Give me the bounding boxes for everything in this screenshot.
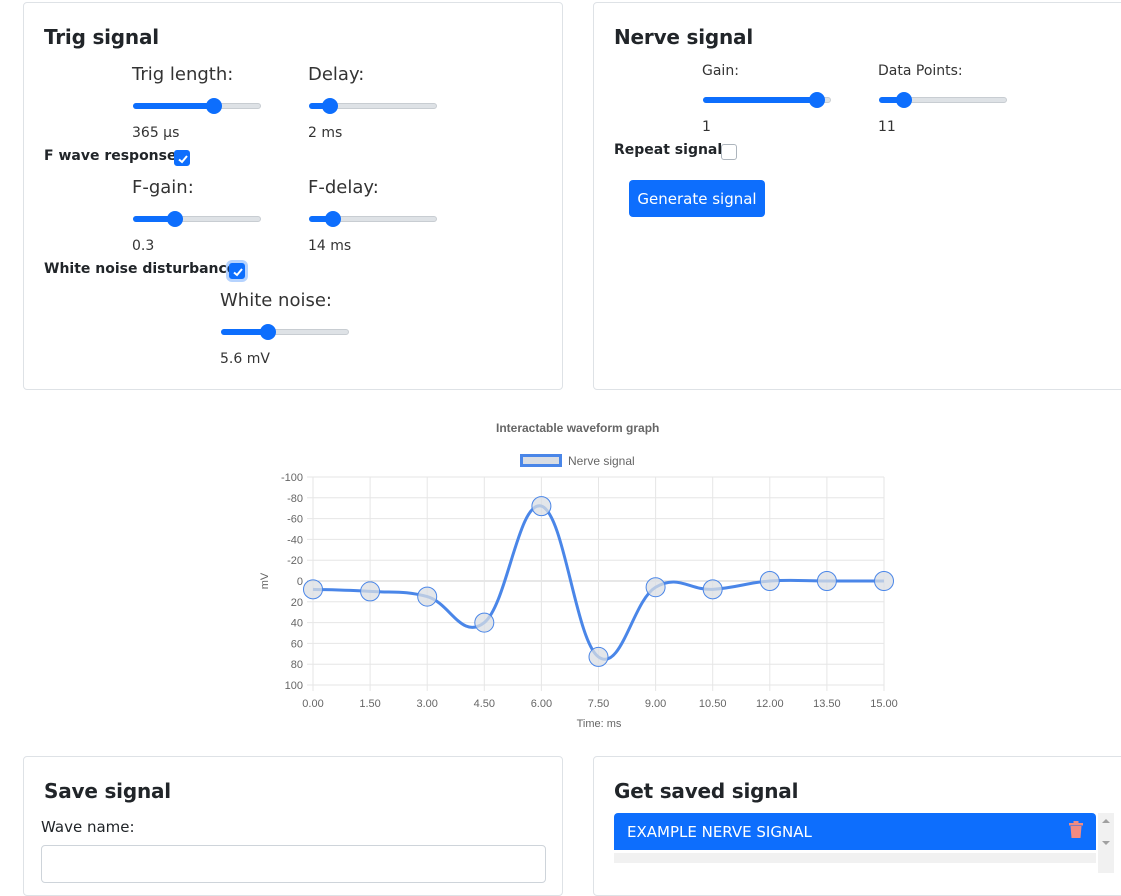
f-delay-label: F-delay: [308,177,379,198]
gain-slider[interactable] [703,92,831,108]
trig-signal-title: Trig signal [44,25,159,49]
delay-label: Delay: [308,64,365,85]
data-point[interactable] [645,577,666,598]
y-tick-label: 100 [285,680,303,692]
x-tick-label: 10.50 [699,698,727,710]
data-point[interactable] [531,496,552,517]
data-point[interactable] [588,646,609,667]
data-points-slider[interactable] [879,92,1007,108]
y-tick-label: -20 [287,555,303,567]
delay-value: 2 ms [308,125,343,141]
list-horizontal-scrollbar[interactable] [614,853,1096,863]
y-tick-label: 40 [291,618,303,630]
data-point[interactable] [474,612,495,633]
trig-length-label: Trig length: [132,64,234,85]
repeat-signal-label: Repeat signal [614,142,723,158]
data-point[interactable] [874,571,894,591]
f-delay-value: 14 ms [308,238,352,254]
data-point[interactable] [417,586,438,607]
data-points-value: 11 [878,119,896,135]
wave-name-input[interactable] [41,845,546,883]
check-icon [178,155,188,164]
f-gain-slider[interactable] [133,211,261,227]
delay-slider[interactable] [309,98,437,114]
y-axis-title: mV [259,572,271,589]
x-tick-label: 1.50 [359,698,380,710]
saved-signal-card: Get saved signal EXAMPLE NERVE SIGNAL [593,756,1121,896]
x-tick-label: 3.00 [416,698,437,710]
x-tick-label: 15.00 [870,698,898,710]
data-point[interactable] [303,579,323,600]
y-tick-label: -40 [287,534,303,546]
y-tick-label: -100 [281,472,303,484]
nerve-signal-title: Nerve signal [614,25,753,49]
save-signal-title: Save signal [44,779,171,803]
save-signal-card: Save signal Wave name: [23,756,563,896]
generate-signal-button[interactable]: Generate signal [629,180,765,217]
trig-length-value: 365 µs [132,125,180,141]
x-tick-label: 7.50 [588,698,609,710]
x-tick-label: 9.00 [645,698,666,710]
x-tick-label: 4.50 [474,698,495,710]
x-tick-label: 0.00 [302,698,323,710]
white-noise-value: 5.6 mV [220,351,270,367]
scroll-down-icon[interactable] [1098,837,1114,849]
repeat-signal-checkbox[interactable] [721,144,737,160]
f-gain-value: 0.3 [132,238,155,254]
trash-icon[interactable] [1068,821,1084,839]
f-gain-label: F-gain: [132,177,194,198]
gain-label: Gain: [702,63,739,79]
y-tick-label: 20 [291,597,303,609]
f-wave-response-label: F wave response [44,148,177,164]
white-noise-disturbance-label: White noise disturbance [44,261,237,277]
white-noise-label: White noise: [220,290,332,311]
waveform-chart[interactable]: -100 -80 -60 -40 -20 0 20 40 60 80 100 0.00 1.50 3.0… [0,460,1121,760]
saved-signal-item-label: EXAMPLE NERVE SIGNAL [627,823,812,841]
y-tick-label: 80 [291,659,303,671]
white-noise-slider[interactable] [221,324,349,340]
gain-value: 1 [702,119,711,135]
x-tick-label: 12.00 [756,698,784,710]
y-tick-label: 60 [291,638,303,650]
nerve-signal-card: Nerve signal Gain: 1 Data Points: 11 Rep… [593,2,1121,390]
chart-title: Interactable waveform graph [496,421,660,435]
scroll-up-icon[interactable] [1098,815,1114,827]
data-point[interactable] [702,579,723,600]
trig-signal-card: Trig signal Trig length: 365 µs Delay: 2… [23,2,563,390]
y-tick-label: 0 [297,576,303,588]
x-tick-label: 6.00 [531,698,552,710]
trig-length-slider[interactable] [133,98,261,114]
data-point[interactable] [360,581,381,602]
f-wave-response-checkbox[interactable] [174,150,190,166]
saved-signal-item[interactable]: EXAMPLE NERVE SIGNAL [614,813,1096,850]
data-point[interactable] [759,571,780,591]
y-tick-label: -80 [287,493,303,505]
white-noise-disturbance-checkbox[interactable] [229,263,245,279]
x-axis-title: Time: ms [577,718,622,730]
data-points-label: Data Points: [878,63,963,79]
wave-name-label: Wave name: [41,818,135,836]
data-point[interactable] [816,571,837,591]
saved-signal-title: Get saved signal [614,779,799,803]
x-tick-label: 13.50 [813,698,841,710]
y-tick-label: -60 [287,514,303,526]
f-delay-slider[interactable] [309,211,437,227]
list-scrollbar[interactable] [1098,813,1114,873]
check-icon [233,268,243,277]
